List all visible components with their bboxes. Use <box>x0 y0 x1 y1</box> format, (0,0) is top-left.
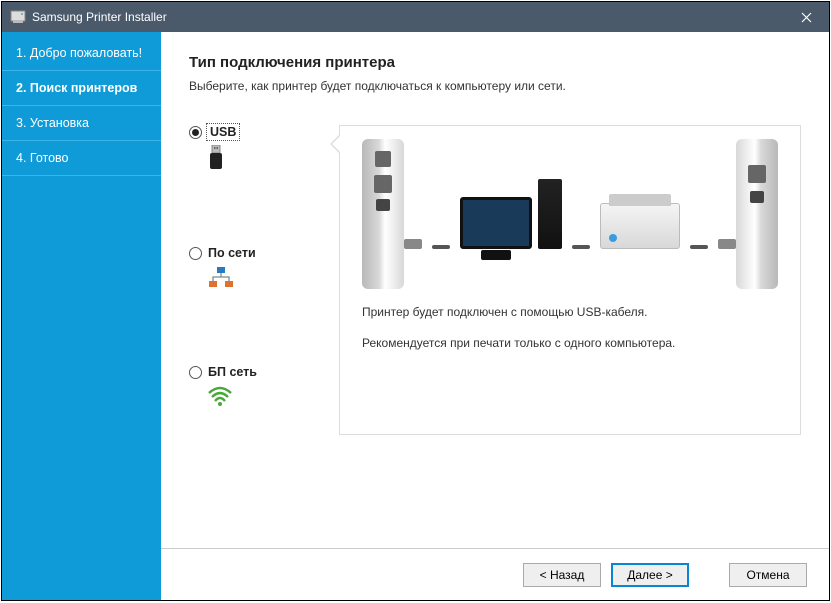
wifi-icon <box>207 385 233 412</box>
connection-illustration <box>362 144 778 284</box>
window-body: 1. Добро пожаловать! 2. Поиск принтеров … <box>2 32 829 600</box>
content-area: Тип подключения принтера Выберите, как п… <box>161 32 829 548</box>
cancel-button[interactable]: Отмена <box>729 563 807 587</box>
main-panel: Тип подключения принтера Выберите, как п… <box>161 32 829 600</box>
printer-icon <box>600 203 680 249</box>
network-lan-icon <box>207 266 235 295</box>
close-icon <box>801 12 812 23</box>
back-button[interactable]: < Назад <box>523 563 601 587</box>
usb-connector-icon <box>207 145 225 176</box>
monitor-icon <box>460 197 532 249</box>
sidebar-step-done[interactable]: 4. Готово <box>2 141 161 176</box>
option-usb[interactable]: USB <box>189 125 299 176</box>
usb-plug-right <box>718 239 736 249</box>
sidebar-step-install[interactable]: 3. Установка <box>2 106 161 141</box>
usb-cable <box>572 245 590 249</box>
footer: < Назад Далее > Отмена <box>161 548 829 600</box>
options-row: USB По сети <box>189 125 801 435</box>
sidebar: 1. Добро пожаловать! 2. Поиск принтеров … <box>2 32 161 600</box>
installer-window: Samsung Printer Installer 1. Добро пожал… <box>1 1 830 601</box>
page-subtitle: Выберите, как принтер будет подключаться… <box>189 79 801 93</box>
printer-port-panel <box>736 139 778 289</box>
pc-port-panel <box>362 139 404 289</box>
option-network[interactable]: По сети <box>189 246 299 295</box>
page-heading: Тип подключения принтера <box>189 54 801 71</box>
window-title: Samsung Printer Installer <box>32 10 784 24</box>
radio-wireless[interactable] <box>189 366 202 379</box>
app-icon <box>10 9 26 25</box>
radio-usb[interactable] <box>189 126 202 139</box>
next-button[interactable]: Далее > <box>611 563 689 587</box>
option-label-usb: USB <box>208 125 238 139</box>
option-label-wireless: БП сеть <box>208 365 257 379</box>
sidebar-step-search[interactable]: 2. Поиск принтеров <box>2 71 161 106</box>
usb-cable <box>432 245 450 249</box>
option-label-network: По сети <box>208 246 256 260</box>
usb-cable <box>690 245 708 249</box>
description-line-1: Принтер будет подключен с помощью USB-ка… <box>362 304 778 321</box>
titlebar: Samsung Printer Installer <box>2 2 829 32</box>
description-line-2: Рекомендуется при печати только с одного… <box>362 335 778 352</box>
pc-tower-icon <box>538 179 562 249</box>
close-button[interactable] <box>784 2 829 32</box>
option-wireless[interactable]: БП сеть <box>189 365 299 412</box>
connection-option-list: USB По сети <box>189 125 299 435</box>
connection-preview: Принтер будет подключен с помощью USB-ка… <box>339 125 801 435</box>
usb-plug-left <box>404 239 422 249</box>
radio-network[interactable] <box>189 247 202 260</box>
sidebar-step-welcome[interactable]: 1. Добро пожаловать! <box>2 36 161 71</box>
